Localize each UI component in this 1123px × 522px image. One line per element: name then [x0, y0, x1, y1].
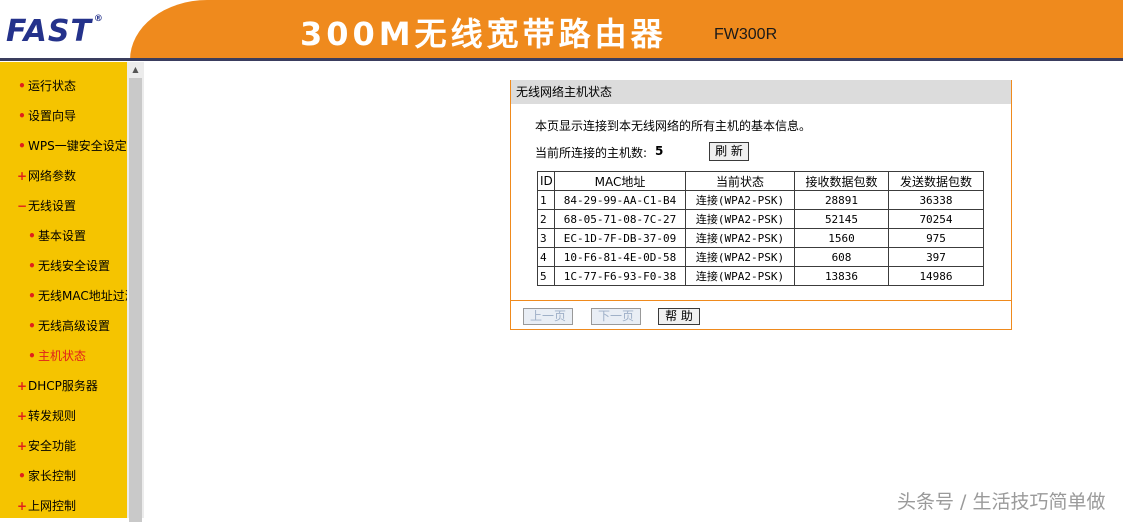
cell-mac: EC-1D-7F-DB-37-09 [554, 228, 686, 248]
table-row: 4 10-F6-81-4E-0D-58 连接(WPA2-PSK) 608 397 [537, 247, 984, 267]
cell-status: 连接(WPA2-PSK) [685, 266, 795, 286]
brand-logo: FAST ® [6, 14, 104, 49]
panel-description: 本页显示连接到本无线网络的所有主机的基本信息。 [535, 119, 812, 133]
cell-tx: 397 [888, 247, 984, 267]
previous-page-button[interactable]: 上一页 [523, 308, 573, 325]
cell-tx: 70254 [888, 209, 984, 229]
cell-rx: 28891 [794, 190, 889, 210]
column-header-id: ID [537, 171, 555, 191]
sidebar-menu: • 运行状态 • 设置向导 • WPS一键安全设定 +网络参数 −无线设置 • 基本设置… [0, 62, 127, 518]
panel-title: 无线网络主机状态 [511, 80, 1011, 104]
cell-rx: 1560 [794, 228, 889, 248]
column-header-rx-packets: 接收数据包数 [794, 171, 889, 191]
product-title: 300M无线宽带路由器 [300, 15, 667, 53]
table-row: 3 EC-1D-7F-DB-37-09 连接(WPA2-PSK) 1560 97… [537, 228, 984, 248]
cell-status: 连接(WPA2-PSK) [685, 228, 795, 248]
cell-mac: 1C-77-F6-93-F0-38 [554, 266, 686, 286]
sidebar-item-running-status[interactable]: • 运行状态 [16, 71, 76, 101]
watermark-text: 头条号 / 生活技巧简单做 [897, 491, 1106, 513]
sidebar-item-security[interactable]: +安全功能 [16, 431, 76, 461]
cell-id: 5 [537, 266, 555, 286]
host-status-panel: 无线网络主机状态 本页显示连接到本无线网络的所有主机的基本信息。 当前所连接的主… [510, 80, 1012, 330]
table-row: 1 84-29-99-AA-C1-B4 连接(WPA2-PSK) 28891 3… [537, 190, 984, 210]
help-button[interactable]: 帮 助 [658, 308, 700, 325]
sidebar-item-mac-filter[interactable]: • 无线MAC地址过滤 [26, 281, 127, 311]
host-count-label: 当前所连接的主机数: [535, 146, 648, 160]
sidebar-item-dhcp[interactable]: +DHCP服务器 [16, 371, 98, 401]
sidebar-item-network-params[interactable]: +网络参数 [16, 161, 76, 191]
cell-status: 连接(WPA2-PSK) [685, 247, 795, 267]
cell-tx: 36338 [888, 190, 984, 210]
sidebar-scrollbar[interactable]: ▲ [127, 62, 144, 522]
scroll-up-arrow-icon[interactable]: ▲ [127, 62, 144, 78]
cell-tx: 14986 [888, 266, 984, 286]
header: FAST ® 300M无线宽带路由器 FW300R [0, 0, 1123, 61]
column-header-tx-packets: 发送数据包数 [888, 171, 984, 191]
model-name: FW300R [714, 26, 778, 43]
sidebar-item-wireless-security[interactable]: • 无线安全设置 [26, 251, 110, 281]
cell-tx: 975 [888, 228, 984, 248]
table-row: 5 1C-77-F6-93-F0-38 连接(WPA2-PSK) 13836 1… [537, 266, 984, 286]
refresh-button[interactable]: 刷 新 [709, 142, 749, 161]
cell-rx: 13836 [794, 266, 889, 286]
cell-id: 1 [537, 190, 555, 210]
sidebar-item-parental-control[interactable]: • 家长控制 [16, 461, 76, 491]
cell-id: 4 [537, 247, 555, 267]
column-header-mac: MAC地址 [554, 171, 686, 191]
column-header-status: 当前状态 [685, 171, 795, 191]
table-row: 2 68-05-71-08-7C-27 连接(WPA2-PSK) 52145 7… [537, 209, 984, 229]
sidebar-item-wps[interactable]: • WPS一键安全设定 [16, 131, 127, 161]
sidebar-item-forwarding[interactable]: +转发规则 [16, 401, 76, 431]
cell-mac: 84-29-99-AA-C1-B4 [554, 190, 686, 210]
cell-rx: 608 [794, 247, 889, 267]
cell-rx: 52145 [794, 209, 889, 229]
header-divider [0, 58, 1123, 61]
cell-mac: 68-05-71-08-7C-27 [554, 209, 686, 229]
cell-mac: 10-F6-81-4E-0D-58 [554, 247, 686, 267]
sidebar-item-access-control[interactable]: +上网控制 [16, 491, 76, 518]
panel-footer: 上一页 下一页 帮 助 [511, 300, 1011, 330]
scroll-thumb[interactable] [129, 78, 142, 522]
cell-id: 3 [537, 228, 555, 248]
table-header-row: ID MAC地址 当前状态 接收数据包数 发送数据包数 [537, 171, 984, 191]
sidebar-item-basic-settings[interactable]: • 基本设置 [26, 221, 86, 251]
host-table: ID MAC地址 当前状态 接收数据包数 发送数据包数 1 84-29-99-A… [537, 171, 984, 286]
next-page-button[interactable]: 下一页 [591, 308, 641, 325]
cell-status: 连接(WPA2-PSK) [685, 209, 795, 229]
sidebar-item-wireless-settings[interactable]: −无线设置 [16, 191, 76, 221]
sidebar-item-wireless-advanced[interactable]: • 无线高级设置 [26, 311, 110, 341]
host-count-value: 5 [655, 144, 664, 158]
sidebar-item-setup-wizard[interactable]: • 设置向导 [16, 101, 76, 131]
sidebar-item-host-status[interactable]: • 主机状态 [26, 341, 86, 371]
cell-id: 2 [537, 209, 555, 229]
cell-status: 连接(WPA2-PSK) [685, 190, 795, 210]
